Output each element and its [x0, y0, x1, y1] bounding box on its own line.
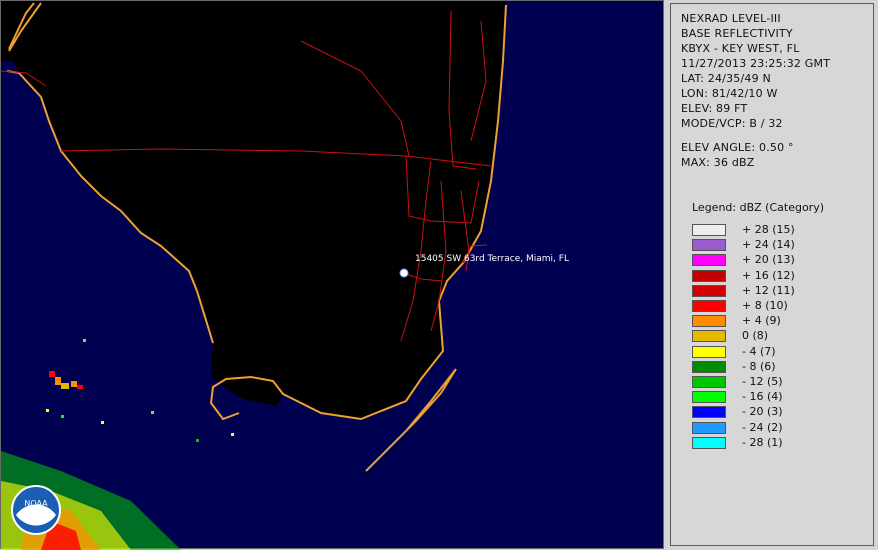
scan-datetime: 11/27/2013 23:25:32 GMT — [681, 57, 831, 70]
radar-map[interactable]: NOAA 15405 SW 63rd Terrace, Miami, FL — [0, 0, 664, 550]
radar-echoes — [46, 339, 234, 442]
legend-swatch — [692, 315, 726, 328]
legend-swatch — [692, 300, 726, 312]
radar-map-canvas: NOAA — [1, 1, 507, 550]
legend-label: 0 (8) — [742, 329, 769, 343]
legend-label: - 20 (3) — [742, 405, 783, 419]
legend-swatch — [692, 254, 726, 267]
noaa-logo: NOAA — [11, 485, 61, 535]
max-dbz: MAX: 36 dBZ — [681, 156, 755, 169]
legend-swatch — [692, 284, 726, 297]
legend-title: Legend: dBZ (Category) — [692, 201, 824, 214]
legend-swatch — [692, 345, 726, 358]
legend-label: - 12 (5) — [742, 375, 783, 388]
mode-vcp: MODE/VCP: B / 32 — [681, 117, 783, 130]
location-marker[interactable] — [399, 268, 409, 278]
legend-swatch — [692, 360, 726, 373]
station-lon: LON: 81/42/10 W — [681, 87, 778, 100]
legend-swatch — [692, 421, 726, 434]
legend-label: - 28 (1) — [742, 435, 783, 449]
legend-swatch — [692, 269, 726, 282]
product-type: BASE REFLECTIVITY — [681, 27, 793, 40]
legend-label: - 4 (7) — [742, 344, 776, 358]
legend-label: + 24 (14) — [742, 238, 795, 252]
legend-label: + 12 (11) — [742, 283, 795, 297]
legend-label: + 8 (10) — [742, 299, 788, 312]
product-name: NEXRAD LEVEL-III — [681, 12, 781, 25]
station-lat: LAT: 24/35/49 N — [681, 72, 771, 85]
legend-swatch — [692, 406, 726, 419]
location-label: 15405 SW 63rd Terrace, Miami, FL — [415, 254, 569, 264]
station-elev: ELEV: 89 FT — [681, 102, 748, 115]
noaa-logo-text: NOAA — [24, 499, 48, 508]
legend-label: - 16 (4) — [742, 390, 783, 404]
legend-label: + 20 (13) — [742, 253, 795, 267]
elev-angle: ELEV ANGLE: 0.50 ° — [681, 141, 794, 154]
legend-label: + 28 (15) — [742, 223, 795, 236]
legend-swatch — [692, 376, 726, 388]
legend-swatch — [692, 330, 726, 343]
legend-swatch — [692, 239, 726, 252]
legend-label: + 4 (9) — [742, 314, 781, 328]
station-name: KBYX - KEY WEST, FL — [681, 42, 800, 55]
legend-label: - 8 (6) — [742, 359, 776, 373]
info-panel: NEXRAD LEVEL-III BASE REFLECTIVITY KBYX … — [670, 3, 874, 546]
legend-label: + 16 (12) — [742, 268, 795, 282]
legend-swatch — [692, 391, 726, 404]
legend-swatch — [692, 224, 726, 236]
legend-swatch — [692, 436, 726, 449]
legend-label: - 24 (2) — [742, 420, 783, 434]
florida-land — [1, 1, 506, 419]
